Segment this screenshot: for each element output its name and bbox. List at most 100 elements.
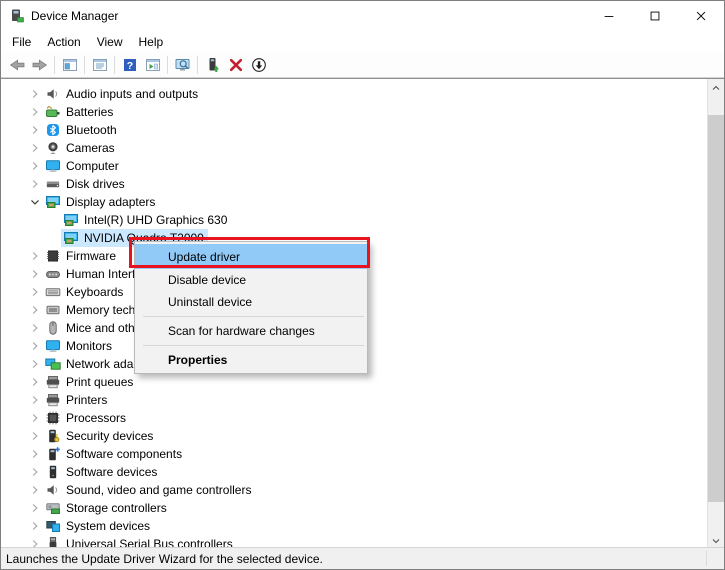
monitor-icon [45, 338, 61, 354]
tree-item-system-devices[interactable]: System devices [1, 517, 724, 535]
show-console-tree-button[interactable] [58, 54, 81, 76]
tree-item-intel-r-uhd-graphics-630[interactable]: Intel(R) UHD Graphics 630 [1, 211, 724, 229]
tree-item-audio-inputs-and-outputs[interactable]: Audio inputs and outputs [1, 85, 724, 103]
tree-item-storage-controllers[interactable]: Storage controllers [1, 499, 724, 517]
uninstall-device-button[interactable] [224, 54, 247, 76]
menu-view[interactable]: View [89, 33, 131, 51]
tree-item-batteries[interactable]: Batteries [1, 103, 724, 121]
chevron-right-icon[interactable] [27, 284, 43, 300]
chevron-right-icon[interactable] [27, 410, 43, 426]
tree-item-print-queues[interactable]: Print queues [1, 373, 724, 391]
status-text: Launches the Update Driver Wizard for th… [6, 551, 323, 566]
menu-file[interactable]: File [4, 33, 39, 51]
menu-action[interactable]: Action [39, 33, 88, 51]
chevron-right-icon[interactable] [27, 356, 43, 372]
disk-icon [45, 176, 61, 192]
tree-item-processors[interactable]: Processors [1, 409, 724, 427]
menu-item-update-driver[interactable]: Update driver [135, 244, 367, 269]
tree-item-printers[interactable]: Printers [1, 391, 724, 409]
toolbar-separator [114, 56, 115, 74]
help-button[interactable]: ? [118, 54, 141, 76]
maximize-button[interactable] [632, 1, 678, 31]
context-menu: Update driver Disable device Uninstall d… [134, 241, 368, 374]
chevron-right-icon[interactable] [27, 374, 43, 390]
tree-item-label: Software devices [66, 465, 158, 479]
minimize-button[interactable] [586, 1, 632, 31]
monitor-search-icon [175, 57, 191, 73]
tree-item-label: Disk drives [66, 177, 125, 191]
menu-item-scan-for-hardware-changes[interactable]: Scan for hardware changes [135, 320, 367, 342]
chevron-right-icon[interactable] [27, 302, 43, 318]
toolbar: ? [1, 53, 724, 78]
tree-item-label: Computer [66, 159, 119, 173]
hid-icon [45, 266, 61, 282]
vertical-scrollbar[interactable] [707, 79, 724, 549]
camera-icon [45, 140, 61, 156]
tree-item-display-adapters[interactable]: Display adapters [1, 193, 724, 211]
chevron-right-icon[interactable] [27, 140, 43, 156]
menu-separator [143, 316, 364, 317]
display-adapter-icon [63, 230, 79, 246]
chevron-right-icon[interactable] [27, 266, 43, 282]
chevron-down-icon[interactable] [27, 194, 43, 210]
chevron-right-icon[interactable] [27, 104, 43, 120]
update-driver-button[interactable] [201, 54, 224, 76]
display-adapter-icon [63, 212, 79, 228]
chevron-right-icon[interactable] [27, 392, 43, 408]
tree-item-label: System devices [66, 519, 151, 533]
scroll-up-button[interactable] [708, 79, 724, 96]
chevron-right-icon[interactable] [27, 518, 43, 534]
chevron-right-icon[interactable] [27, 446, 43, 462]
scan-hardware-changes-button[interactable] [247, 54, 270, 76]
tree-item-label: Monitors [66, 339, 113, 353]
tree-item-label: Bluetooth [66, 123, 117, 137]
chevron-right-icon[interactable] [27, 500, 43, 516]
tree-item-label: Storage controllers [66, 501, 167, 515]
tree-item-sound-video-and-game-controllers[interactable]: Sound, video and game controllers [1, 481, 724, 499]
back-button[interactable] [5, 54, 28, 76]
chevron-right-icon[interactable] [27, 176, 43, 192]
tree-item-disk-drives[interactable]: Disk drives [1, 175, 724, 193]
tree-item-label: Display adapters [66, 195, 156, 209]
firmware-icon [45, 248, 61, 264]
scrollbar-thumb[interactable] [708, 115, 724, 502]
devices-view-button[interactable] [171, 54, 194, 76]
menu-item-properties[interactable]: Properties [135, 349, 367, 371]
tree-item-security-devices[interactable]: Security devices [1, 427, 724, 445]
arrow-right-icon [32, 57, 48, 73]
tree-item-label: Software components [66, 447, 183, 461]
chevron-right-icon[interactable] [27, 158, 43, 174]
chevron-right-icon[interactable] [27, 338, 43, 354]
close-button[interactable] [678, 1, 724, 31]
tree-item-cameras[interactable]: Cameras [1, 139, 724, 157]
window-play-icon [145, 57, 161, 73]
chevron-right-icon[interactable] [27, 428, 43, 444]
properties-window-icon [92, 57, 108, 73]
bluetooth-icon [45, 122, 61, 138]
chevron-right-icon[interactable] [27, 482, 43, 498]
printer-icon [45, 392, 61, 408]
chevron-right-icon[interactable] [27, 320, 43, 336]
tree-item-label: Audio inputs and outputs [66, 87, 199, 101]
toolbar-separator [197, 56, 198, 74]
forward-button[interactable] [28, 54, 51, 76]
toolbar-separator [167, 56, 168, 74]
tree-item-bluetooth[interactable]: Bluetooth [1, 121, 724, 139]
chevron-right-icon[interactable] [27, 122, 43, 138]
network-icon [45, 356, 61, 372]
menu-item-label: Scan for hardware changes [168, 324, 315, 338]
action-pane-button[interactable] [141, 54, 164, 76]
menu-item-uninstall-device[interactable]: Uninstall device [135, 291, 367, 313]
chevron-right-icon[interactable] [27, 464, 43, 480]
tree-item-software-components[interactable]: Software components [1, 445, 724, 463]
tree-item-software-devices[interactable]: Software devices [1, 463, 724, 481]
chevron-right-icon[interactable] [27, 248, 43, 264]
maximize-icon [650, 11, 660, 21]
chevron-right-icon[interactable] [27, 86, 43, 102]
menu-item-disable-device[interactable]: Disable device [135, 269, 367, 291]
properties-button[interactable] [88, 54, 111, 76]
menu-help[interactable]: Help [131, 33, 172, 51]
display-adapter-icon [45, 194, 61, 210]
update-driver-icon [205, 57, 221, 73]
tree-item-computer[interactable]: Computer [1, 157, 724, 175]
